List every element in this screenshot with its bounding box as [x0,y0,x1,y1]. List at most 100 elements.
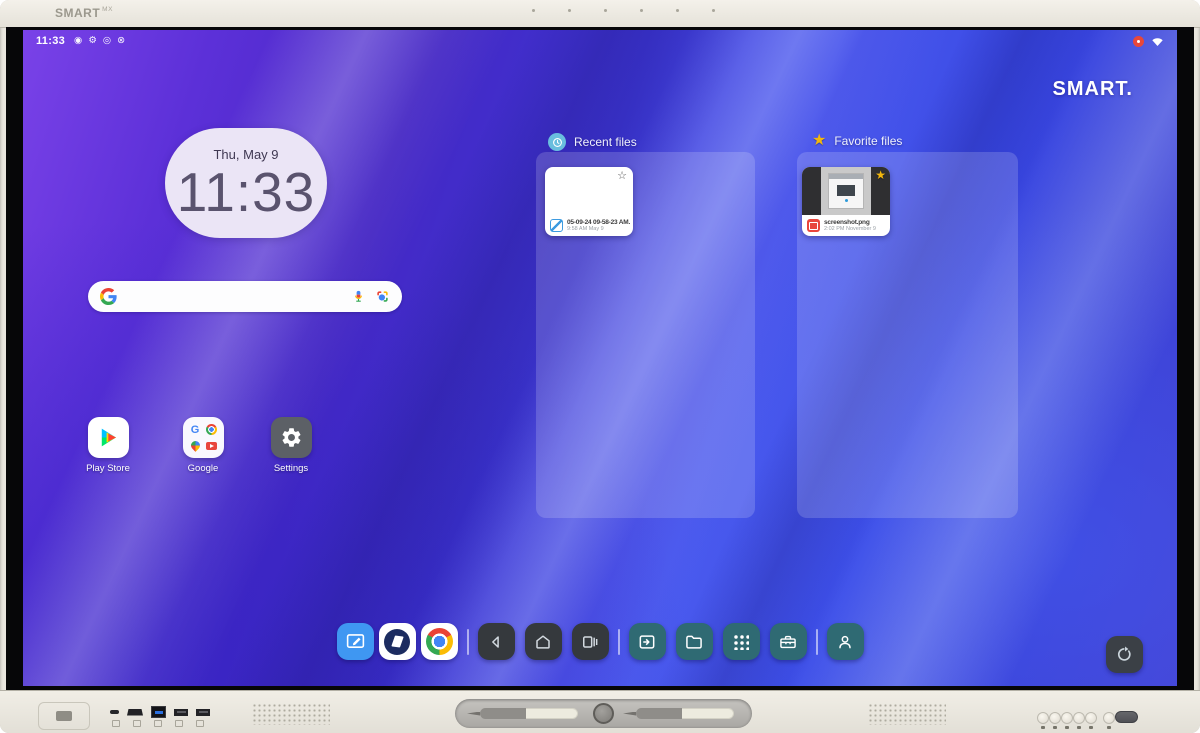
back-icon [486,632,506,652]
dock-account-button[interactable] [827,623,864,660]
speaker-grille-right [868,703,946,725]
nav-recents-button[interactable] [572,623,609,660]
bottom-bezel [0,690,1200,733]
dock-input-source-button[interactable] [629,623,666,660]
record-icon: ◎ [103,36,111,46]
app-label: Google [174,463,232,474]
port-row [110,706,210,718]
apps-grid-icon [733,634,749,650]
clock-widget[interactable]: Thu, May 9 11:33 [165,128,327,238]
wallpaper: 11:33 ◉ ⚙ ◎ ⊗ Thu, May 9 11:33 [23,30,1177,686]
dock [23,636,1177,673]
brand-model: MX [102,6,113,13]
recents-icon [580,632,600,652]
app-play-store[interactable]: Play Store [79,417,137,474]
control-button[interactable] [1049,712,1061,724]
favorite-file-card[interactable]: ★ screenshot.png 2:02 PM November 9 [802,167,890,236]
app-label: Settings [262,463,320,474]
stage: SMARTMX 11:33 ◉ ⚙ ◎ ⊗ Thu, May 9 11:33 [0,0,1200,733]
google-g-mini-icon: G [191,424,200,436]
dock-divider [618,629,620,655]
search-input[interactable] [125,289,334,305]
usb-a-port [174,709,188,716]
youtube-mini-icon [206,442,217,450]
file-name: 05-09-24 09-58-23 AM... [567,219,630,226]
app-google-folder[interactable]: G Google [174,417,232,474]
file-meta: 2:02 PM November 9 [824,226,876,232]
control-glyph [1107,726,1111,729]
gear-icon: ⚙ [88,36,97,46]
dock-divider [467,629,469,655]
clock-history-icon [548,133,566,151]
recent-files-header: Recent files [548,133,637,151]
maps-mini-icon [189,439,202,452]
usb-c-port [110,710,119,714]
nav-home-button[interactable] [525,623,562,660]
screen: 11:33 ◉ ⚙ ◎ ⊗ Thu, May 9 11:33 [6,27,1194,690]
status-time: 11:33 [36,35,65,47]
play-store-icon [88,417,129,458]
recent-file-card[interactable]: ☆ 05-09-24 09-58-23 AM... 9:58 AM May 9 [545,167,633,236]
control-button[interactable] [1061,712,1073,724]
dock-toolbox-button[interactable] [770,623,807,660]
home-icon [533,632,553,652]
smart-board-device: SMARTMX 11:33 ◉ ⚙ ◎ ⊗ Thu, May 9 11:33 [0,0,1200,733]
recent-files-title: Recent files [574,135,637,149]
usb3-port [151,706,166,718]
google-g-icon [100,288,117,305]
dock-whiteboard-button[interactable] [337,623,374,660]
favorite-files-title: Favorite files [834,134,902,148]
chrome-mini-icon [206,424,217,435]
smart-logo: SMART. [1053,78,1133,101]
favorite-files-header: ★ Favorite files [812,133,902,149]
app-label: Play Store [79,463,137,474]
top-bezel: SMARTMX [0,0,1200,28]
clock-time: 11:33 [177,165,316,220]
nav-back-button[interactable] [478,623,515,660]
control-button[interactable] [1037,712,1049,724]
google-search-bar[interactable] [88,281,402,312]
dock-files-button[interactable] [676,623,713,660]
star-icon: ★ [812,133,826,149]
control-glyph [1077,726,1081,729]
folder-icon [684,632,704,652]
mic-icon[interactable] [351,289,366,304]
file-name: screenshot.png [824,219,876,226]
usb-a-port [196,709,210,716]
account-icon [835,632,855,652]
control-glyph [1065,726,1069,729]
star-filled-icon[interactable]: ★ [875,168,886,182]
google-lens-icon[interactable] [375,289,390,304]
control-glyph [1053,726,1057,729]
toolbox-icon [778,632,798,652]
service-plate [38,702,90,730]
dock-apps-button[interactable] [723,623,760,660]
control-button[interactable] [1085,712,1097,724]
dock-smart-apps-button[interactable] [379,623,416,660]
control-glyph [1041,726,1045,729]
google-folder-icon: G [183,417,224,458]
dock-divider [816,629,818,655]
star-outline-icon[interactable]: ☆ [617,169,627,182]
app-settings[interactable]: Settings [262,417,320,474]
control-button[interactable] [1073,712,1085,724]
status-bar[interactable]: 11:33 ◉ ⚙ ◎ ⊗ [23,30,1177,52]
dock-chrome-button[interactable] [421,623,458,660]
chrome-icon [426,628,453,655]
stylus-pen[interactable] [467,708,578,719]
stylus-pen[interactable] [623,708,734,719]
image-file-icon [807,219,820,232]
microphone-array [532,9,715,12]
smart-apps-icon [384,629,410,655]
port-labels [112,720,204,727]
control-glyph [1089,726,1093,729]
hdmi-port [127,709,143,716]
input-source-icon [637,632,657,652]
power-button[interactable] [1115,711,1138,723]
alert-status-icon [1133,36,1144,47]
control-button[interactable] [1103,712,1115,724]
whiteboard-file-icon [550,219,563,232]
pen-tray-button[interactable] [593,703,614,724]
brand-logo: SMARTMX [55,6,113,20]
clock-date: Thu, May 9 [213,147,278,162]
